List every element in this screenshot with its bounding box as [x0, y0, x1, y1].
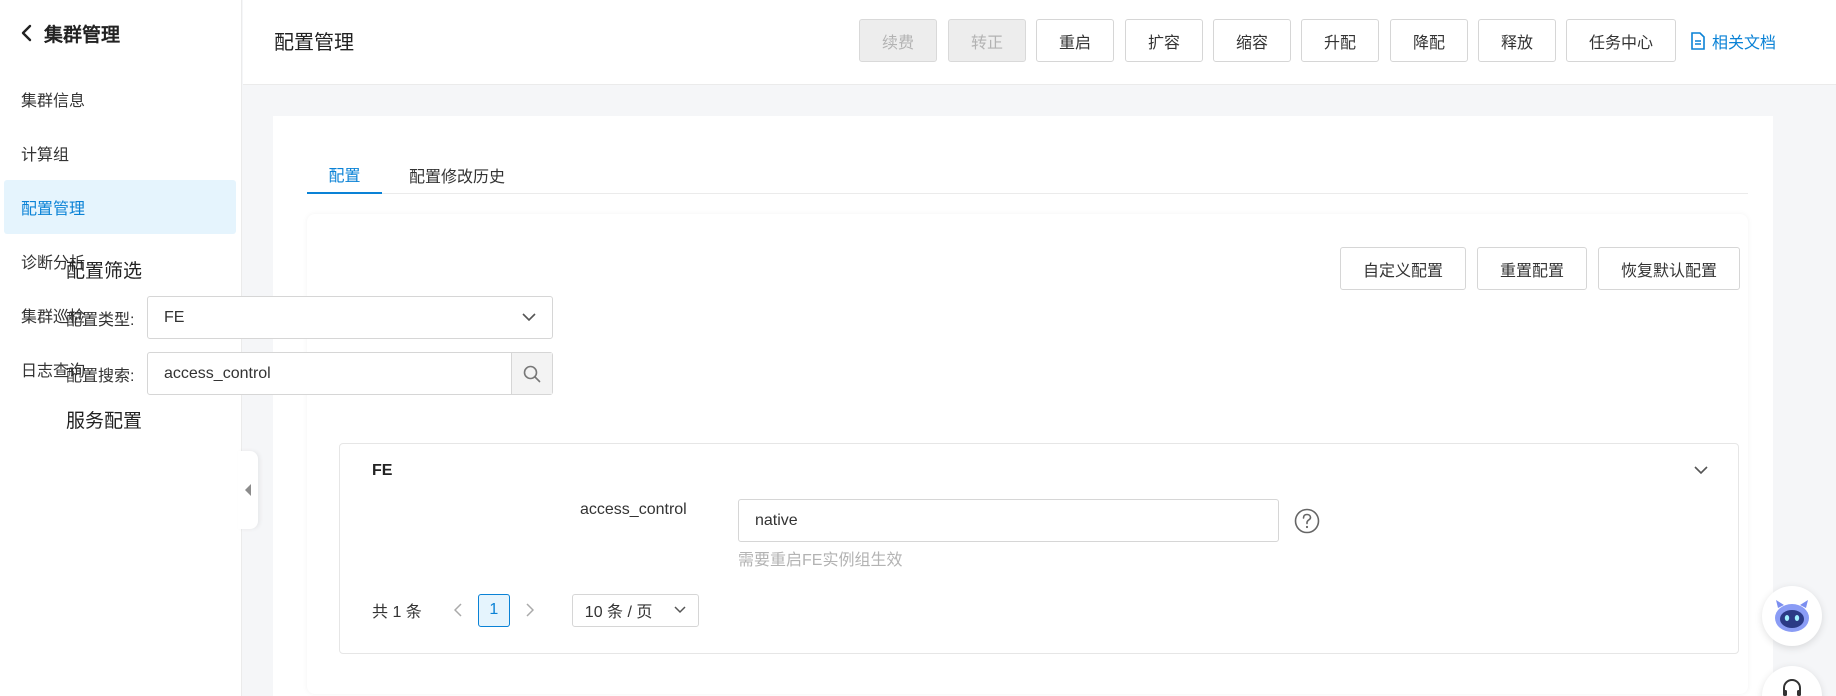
sidebar-item-label: 配置管理	[21, 201, 86, 218]
robot-icon	[1775, 600, 1809, 632]
help-icon[interactable]	[1294, 508, 1320, 539]
tab-config[interactable]: 配置	[307, 156, 382, 194]
chevron-right-icon	[526, 603, 534, 617]
pagination: 共 1 条 1 10 条 / 页	[372, 593, 699, 627]
convert-button[interactable]: 转正	[948, 19, 1026, 62]
release-button[interactable]: 释放	[1478, 19, 1556, 62]
tab-config-history[interactable]: 配置修改历史	[401, 156, 513, 194]
service-config-title: 服务配置	[66, 411, 143, 432]
restore-default-config-button[interactable]: 恢复默认配置	[1598, 247, 1740, 290]
sidebar-item-cluster-info[interactable]: 集群信息	[4, 72, 236, 126]
document-icon	[1691, 31, 1705, 50]
related-docs-label: 相关文档	[1712, 34, 1777, 52]
pagination-total: 共 1 条	[372, 604, 422, 621]
filter-section-title: 配置筛选	[66, 261, 143, 282]
sidebar-title: 集群管理	[44, 24, 121, 46]
sidebar-item-label: 集群信息	[21, 93, 86, 110]
page-number-current[interactable]: 1	[477, 593, 510, 627]
chevron-down-icon	[522, 313, 536, 322]
related-docs-link[interactable]: 相关文档	[1690, 19, 1776, 62]
chevron-down-icon	[1694, 466, 1708, 475]
restart-button[interactable]: 重启	[1036, 19, 1114, 62]
page-size-select[interactable]: 10 条 / 页	[571, 593, 699, 627]
question-circle-icon	[1294, 508, 1320, 534]
fe-config-panel: FE access_control 需要重启FE实例组生效 共 1 条 1 10…	[339, 443, 1739, 654]
sidebar-item-compute-group[interactable]: 计算组	[4, 126, 236, 180]
search-icon	[523, 365, 541, 382]
task-center-button[interactable]: 任务中心	[1566, 19, 1676, 62]
renew-button[interactable]: 续费	[859, 19, 937, 62]
chevron-left-icon	[453, 603, 462, 617]
page-header: 配置管理 续费 转正 重启 扩容 缩容 升配 降配 释放 任务中心 相关文档	[243, 0, 1836, 85]
page-size-value: 10 条 / 页	[584, 604, 653, 621]
sidebar: 集群管理 集群信息 计算组 配置管理 诊断分析 集群巡检 日志查询	[0, 0, 242, 696]
config-key-label: access_control	[580, 501, 687, 518]
reset-config-button[interactable]: 重置配置	[1477, 247, 1587, 290]
chevron-left-icon	[21, 24, 32, 42]
chevron-down-icon	[674, 606, 686, 614]
upgrade-button[interactable]: 升配	[1301, 19, 1379, 62]
prev-page-button[interactable]	[446, 594, 470, 626]
panel-title: FE	[372, 462, 393, 479]
sidebar-collapse-handle[interactable]	[238, 451, 258, 529]
config-type-value: FE	[164, 308, 185, 326]
ai-assistant-button[interactable]	[1762, 586, 1822, 646]
panel-collapse-toggle[interactable]	[1694, 462, 1708, 480]
tab-bar: 配置 配置修改历史	[307, 156, 1748, 194]
sidebar-item-label: 计算组	[21, 147, 70, 164]
next-page-button[interactable]	[518, 594, 542, 626]
headset-icon	[1783, 679, 1801, 696]
scale-out-button[interactable]: 扩容	[1125, 19, 1203, 62]
page-title: 配置管理	[274, 32, 354, 54]
config-type-label: 配置类型:	[66, 312, 135, 329]
downgrade-button[interactable]: 降配	[1390, 19, 1468, 62]
sidebar-item-config-management[interactable]: 配置管理	[4, 180, 236, 234]
search-button[interactable]	[511, 353, 552, 394]
config-type-select[interactable]: FE	[147, 296, 553, 339]
config-search-box	[147, 352, 553, 395]
scale-in-button[interactable]: 缩容	[1213, 19, 1291, 62]
caret-left-icon	[245, 484, 251, 496]
custom-config-button[interactable]: 自定义配置	[1340, 247, 1466, 290]
config-search-input[interactable]	[148, 353, 511, 394]
config-search-label: 配置搜索:	[66, 368, 135, 385]
config-hint-text: 需要重启FE实例组生效	[738, 552, 903, 569]
config-value-input[interactable]	[738, 499, 1279, 542]
back-to-cluster-management[interactable]: 集群管理	[20, 18, 120, 48]
